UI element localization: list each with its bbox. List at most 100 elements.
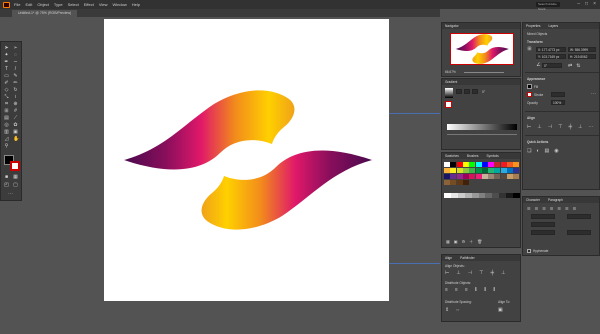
- close-icon[interactable]: ×: [593, 1, 596, 7]
- flip-vertical-icon[interactable]: ⇅: [576, 63, 580, 69]
- align-left-icon[interactable]: ⊢: [527, 124, 531, 130]
- right-indent-field[interactable]: [567, 214, 591, 219]
- gradient-slider[interactable]: [447, 124, 517, 130]
- shaper-tool-icon[interactable]: ✐: [4, 81, 9, 86]
- color-swatch[interactable]: [481, 168, 488, 173]
- color-swatch[interactable]: [507, 162, 513, 167]
- tab-layers[interactable]: Layers: [549, 23, 559, 29]
- symbol-sprayer-tool-icon[interactable]: ✿: [13, 123, 18, 128]
- color-swatch[interactable]: [475, 162, 482, 167]
- align-more-icon[interactable]: ⋯: [588, 124, 593, 130]
- stroke-weight-field[interactable]: [551, 92, 565, 97]
- color-swatch[interactable]: [475, 168, 482, 173]
- gradient-tool-icon[interactable]: ▤: [4, 116, 9, 121]
- color-swatch[interactable]: [450, 180, 457, 185]
- gradient-preview[interactable]: [445, 88, 453, 98]
- draw-mode-icon[interactable]: ◰: [4, 183, 9, 188]
- tab-paragraph[interactable]: Paragraph: [548, 197, 563, 203]
- color-swatch[interactable]: [513, 162, 520, 167]
- swatch-options-icon[interactable]: ⚙: [462, 239, 466, 245]
- distribute-vcenter-icon[interactable]: ≡: [455, 287, 458, 293]
- ribbon-logo-artwork[interactable]: [104, 19, 389, 301]
- ribbon-lower-shape[interactable]: [201, 150, 372, 230]
- gradient-fill-swatch[interactable]: [445, 101, 452, 108]
- height-field[interactable]: H: 219.8062: [568, 54, 596, 59]
- color-swatch[interactable]: [450, 174, 457, 179]
- distribute-left-icon[interactable]: ⦀: [475, 287, 477, 293]
- align-right-icon[interactable]: ⊣: [468, 270, 472, 276]
- artboard-tool-icon[interactable]: ▣: [13, 130, 18, 135]
- color-swatch[interactable]: [488, 174, 495, 179]
- tab-align[interactable]: Align: [445, 255, 452, 261]
- rectangle-tool-icon[interactable]: ▭: [4, 74, 9, 79]
- space-before-field[interactable]: [531, 230, 555, 235]
- tab-character[interactable]: Character: [526, 197, 540, 203]
- fill-swatch[interactable]: [527, 84, 532, 89]
- gradient-angle-value[interactable]: 0°: [482, 90, 485, 94]
- eraser-tool-icon[interactable]: ◇: [4, 88, 9, 93]
- new-swatch-icon[interactable]: ＋: [469, 239, 473, 245]
- menu-file[interactable]: File: [14, 2, 20, 7]
- curvature-tool-icon[interactable]: ∽: [13, 60, 18, 65]
- stroke-color-swatch[interactable]: [10, 161, 20, 171]
- menu-type[interactable]: Type: [54, 2, 63, 7]
- lasso-tool-icon[interactable]: ◌: [13, 53, 18, 58]
- color-swatch[interactable]: [494, 168, 501, 173]
- selection-tool-icon[interactable]: ➤: [4, 46, 9, 51]
- align-to-selection-icon[interactable]: ▣: [498, 307, 503, 313]
- align-left-icon[interactable]: ⊢: [445, 270, 449, 276]
- color-swatch[interactable]: [444, 162, 450, 167]
- type-tool-icon[interactable]: T: [4, 67, 9, 72]
- navigator-thumbnail[interactable]: [450, 33, 514, 65]
- tab-brushes[interactable]: Brushes: [467, 153, 479, 159]
- ribbon-upper-shape[interactable]: [124, 90, 295, 170]
- vertical-spacing-icon[interactable]: ⇕: [445, 307, 449, 313]
- color-swatch[interactable]: [500, 162, 507, 167]
- color-swatch[interactable]: [462, 174, 469, 179]
- stroke-swatch[interactable]: [527, 92, 532, 97]
- distribute-bottom-icon[interactable]: ≡: [465, 287, 468, 293]
- distribute-right-icon[interactable]: ⦀: [493, 287, 495, 293]
- gradient-mode-icon[interactable]: ▦: [13, 175, 18, 180]
- color-swatch[interactable]: [513, 174, 520, 179]
- color-swatch[interactable]: [507, 174, 513, 179]
- first-line-indent-field[interactable]: [531, 222, 555, 227]
- color-swatch[interactable]: [462, 168, 469, 173]
- color-swatch[interactable]: [450, 162, 457, 167]
- color-swatch[interactable]: [513, 168, 520, 173]
- freeform-gradient-button[interactable]: [472, 89, 478, 94]
- pathfinder-icon[interactable]: ◐: [536, 148, 539, 154]
- color-swatch[interactable]: [475, 174, 482, 179]
- horizontal-spacing-icon[interactable]: ⇔: [455, 307, 460, 313]
- color-swatch[interactable]: [488, 168, 495, 173]
- more-options-icon[interactable]: ⋯: [591, 92, 596, 97]
- edit-toolbar-icon[interactable]: ⋯: [8, 192, 13, 197]
- color-swatch[interactable]: [450, 168, 457, 173]
- recolor-icon[interactable]: ◉: [554, 148, 558, 154]
- color-swatch[interactable]: [444, 168, 450, 173]
- color-swatch[interactable]: [494, 162, 501, 167]
- maximize-icon[interactable]: □: [585, 1, 588, 7]
- navigator-zoom-slider[interactable]: [464, 72, 504, 73]
- justify-center-icon[interactable]: ☰: [557, 206, 561, 211]
- align-bottom-icon[interactable]: ⊥: [578, 124, 582, 130]
- align-text-center-icon[interactable]: ☰: [535, 206, 539, 211]
- color-swatch[interactable]: [507, 168, 513, 173]
- color-swatch[interactable]: [456, 168, 463, 173]
- align-top-icon[interactable]: ⊤: [558, 124, 562, 130]
- eyedropper-tool-icon[interactable]: ⟋: [13, 116, 18, 121]
- group-icon[interactable]: ❏: [527, 148, 531, 154]
- tab-properties[interactable]: Properties: [526, 23, 541, 29]
- radial-gradient-button[interactable]: [464, 89, 470, 94]
- rotation-angle-field[interactable]: 0°: [542, 63, 562, 68]
- color-swatch[interactable]: [469, 174, 476, 179]
- opacity-field[interactable]: 100%: [551, 100, 565, 105]
- menu-help[interactable]: Help: [132, 2, 140, 7]
- color-swatch[interactable]: [444, 174, 450, 179]
- reference-point-icon[interactable]: ⊞: [527, 47, 532, 52]
- color-swatch[interactable]: [469, 162, 476, 167]
- color-swatch[interactable]: [456, 174, 463, 179]
- color-swatch[interactable]: [456, 162, 463, 167]
- slice-tool-icon[interactable]: ◿: [4, 137, 9, 142]
- linear-gradient-button[interactable]: [456, 89, 462, 94]
